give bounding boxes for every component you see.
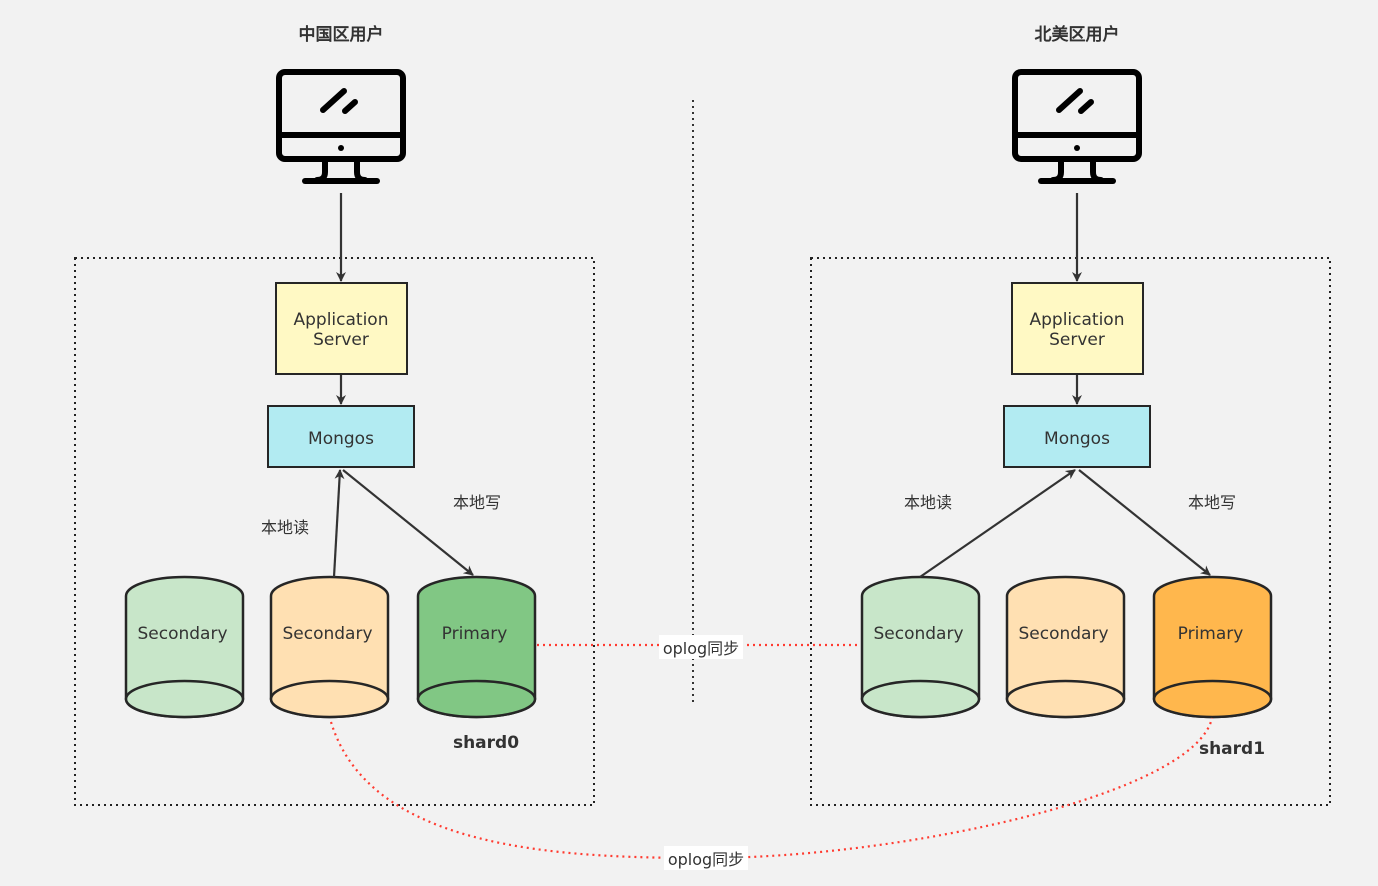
diagram-canvas: 中国区用户ApplicationServerMongosSecondary Sec…	[74, 24, 1331, 870]
monitor-icon	[276, 69, 406, 184]
oplog-sync-label: oplog同步	[668, 850, 744, 869]
node-label: Secondary	[1018, 624, 1108, 644]
app-server-label: Application	[294, 310, 389, 330]
arrow-local-write	[342, 469, 474, 576]
mongos-label: Mongos	[1044, 429, 1110, 449]
node-label: Secondary	[282, 624, 372, 644]
node-label: Primary	[442, 624, 508, 644]
app-server-label: Application	[1030, 310, 1125, 330]
local-write-label: 本地写	[453, 493, 501, 512]
app-server-label: Server	[1049, 330, 1105, 350]
database-node-primary: Primary	[1152, 575, 1273, 719]
database-node-secondary: Secondary	[124, 575, 245, 719]
region-title: 中国区用户	[299, 24, 384, 45]
node-label: Primary	[1178, 624, 1244, 644]
region-title: 北美区用户	[1035, 24, 1120, 45]
local-read-label: 本地读	[904, 493, 952, 512]
arrow-local-read	[919, 469, 1076, 578]
shard-label: shard1	[1199, 739, 1265, 759]
database-node-secondary: Secondary	[1005, 575, 1126, 719]
monitor-icon	[1012, 69, 1142, 184]
shard-label: shard0	[453, 733, 519, 753]
local-read-label: 本地读	[261, 518, 309, 537]
local-write-label: 本地写	[1188, 493, 1236, 512]
region-1: 北美区用户 ApplicationServer Mongos Secondary Sec…	[810, 24, 1331, 806]
database-node-primary: Primary	[416, 575, 537, 719]
region-0: 中国区用户 ApplicationServer Mongos Secondary Sec…	[74, 24, 595, 806]
database-node-secondary: Secondary	[860, 575, 981, 719]
database-node-secondary: Secondary	[269, 575, 390, 719]
app-server-label: Server	[313, 330, 369, 350]
node-label: Secondary	[137, 624, 227, 644]
oplog-sync-label: oplog同步	[663, 639, 739, 658]
node-label: Secondary	[873, 624, 963, 644]
arrow-local-read	[332, 469, 345, 578]
arrow-local-write	[1078, 469, 1211, 576]
mongos-label: Mongos	[308, 429, 374, 449]
